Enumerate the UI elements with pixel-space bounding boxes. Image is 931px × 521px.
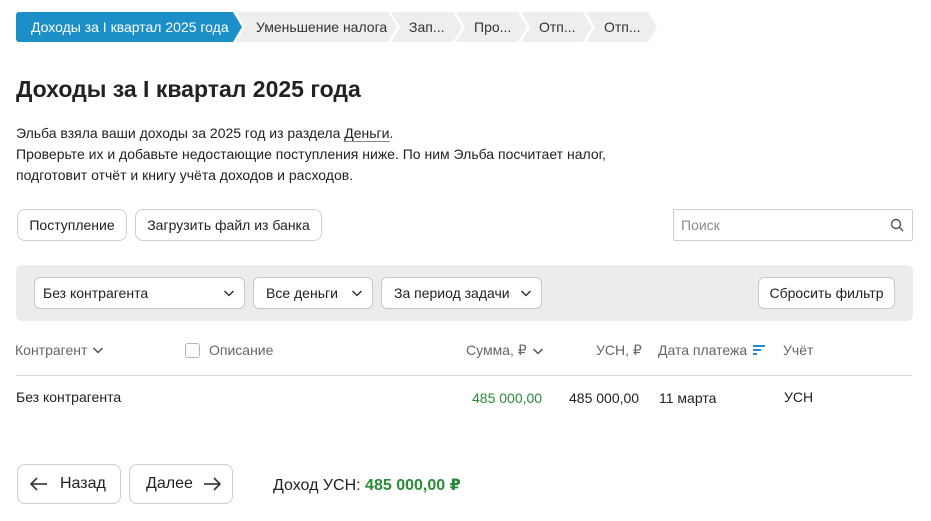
step-6[interactable]: Отп... — [586, 12, 657, 42]
step-5[interactable]: Отп... — [521, 12, 592, 42]
select-value: За период задачи — [394, 285, 510, 301]
select-value: Без контрагента — [43, 285, 149, 301]
money-filter-select[interactable]: Все деньги — [253, 277, 373, 309]
chevron-down-icon — [520, 290, 532, 297]
column-label: Дата платежа — [658, 342, 748, 358]
period-filter-select[interactable]: За период задачи — [381, 277, 542, 309]
table-header: Контрагент Описание Сумма, ₽ УСН, ₽ Дата… — [0, 332, 931, 372]
desc-text: Проверьте их и добавьте недостающие пост… — [16, 146, 606, 162]
column-label: Контрагент — [15, 342, 88, 358]
chevron-down-icon — [93, 347, 104, 354]
column-amount[interactable]: Сумма, ₽ — [466, 342, 544, 359]
column-accounting: Учёт — [783, 342, 813, 358]
cell-contractor: Без контрагента — [16, 389, 122, 405]
step-tax-reduction[interactable]: Уменьшение налога — [236, 12, 397, 42]
step-4[interactable]: Про... — [456, 12, 527, 42]
next-label: Далее — [146, 475, 193, 492]
money-link[interactable]: Деньги — [344, 125, 390, 142]
back-label: Назад — [60, 475, 106, 492]
stepper: Доходы за I квартал 2025 года Уменьшение… — [16, 12, 657, 42]
column-label: Учёт — [783, 342, 814, 358]
total-label: Доход УСН: — [273, 477, 366, 494]
total-value: 485 000,00 ₽ — [365, 477, 461, 494]
column-contractor[interactable]: Контрагент — [15, 342, 104, 358]
step-label: Отп... — [539, 19, 576, 35]
column-usn: УСН, ₽ — [596, 342, 642, 359]
page-description: Эльба взяла ваши доходы за 2025 год из р… — [16, 123, 636, 186]
cell-accounting: УСН — [784, 389, 814, 405]
add-income-button[interactable]: Поступление — [17, 209, 127, 241]
sort-icon — [753, 345, 766, 355]
step-label: Про... — [474, 19, 512, 35]
back-button[interactable]: Назад — [17, 464, 121, 504]
upload-bank-file-button[interactable]: Загрузить файл из банка — [135, 209, 322, 241]
column-label: Сумма, ₽ — [466, 342, 527, 358]
column-date[interactable]: Дата платежа — [658, 342, 766, 358]
step-label: Отп... — [604, 19, 641, 35]
page-title: Доходы за I квартал 2025 года — [16, 76, 361, 102]
chevron-down-icon — [223, 290, 235, 297]
step-label: Зап... — [409, 19, 445, 35]
arrow-right-icon — [203, 477, 221, 491]
step-income[interactable]: Доходы за I квартал 2025 года — [16, 12, 242, 42]
column-description: Описание — [185, 342, 273, 358]
contractor-filter-select[interactable]: Без контрагента — [34, 277, 245, 309]
cell-date: 11 марта — [659, 390, 717, 406]
column-label: УСН, ₽ — [596, 342, 642, 358]
cell-usn: 485 000,00 — [569, 390, 640, 406]
search-icon[interactable] — [890, 218, 904, 232]
step-3[interactable]: Зап... — [391, 12, 462, 42]
header-divider — [16, 375, 912, 376]
arrow-left-icon — [30, 477, 47, 491]
column-label: Описание — [209, 342, 274, 358]
search-box — [673, 209, 913, 241]
select-all-checkbox[interactable] — [185, 342, 200, 358]
cell-amount: 485 000,00 — [472, 390, 543, 406]
next-button[interactable]: Далее — [129, 464, 233, 504]
table-row[interactable]: Без контрагента 485 000,00 485 000,00 11… — [0, 380, 931, 420]
desc-text: . — [389, 125, 394, 141]
select-value: Все деньги — [266, 285, 338, 301]
reset-filter-button[interactable]: Сбросить фильтр — [758, 277, 895, 309]
step-label: Уменьшение налога — [256, 19, 388, 35]
desc-text: подготовит отчёт и книгу учёта доходов и… — [16, 167, 354, 183]
chevron-down-icon — [351, 290, 363, 297]
filter-bar: Без контрагента Все деньги За период зад… — [16, 265, 913, 321]
step-label: Доходы за I квартал 2025 года — [31, 19, 229, 35]
desc-text: Эльба взяла ваши доходы за 2025 год из р… — [16, 125, 345, 141]
chevron-down-icon — [532, 347, 543, 355]
search-input[interactable] — [674, 210, 874, 240]
usn-income-total: Доход УСН: 485 000,00 ₽ — [273, 475, 461, 495]
